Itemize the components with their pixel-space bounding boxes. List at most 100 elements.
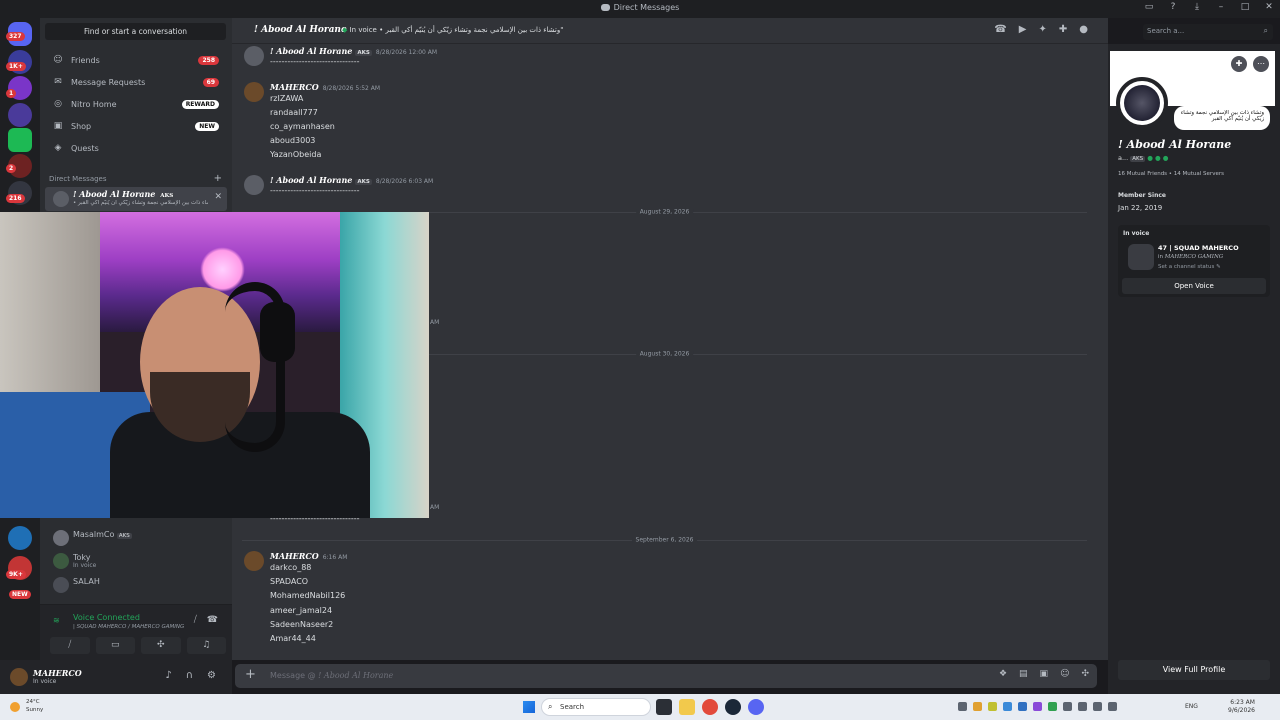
task-view-icon[interactable] <box>656 699 672 715</box>
profile-avatar[interactable] <box>1116 77 1168 129</box>
pin-icon[interactable]: ✦ <box>1038 24 1046 35</box>
windows-start-icon[interactable] <box>523 701 535 713</box>
tray-icon[interactable] <box>1033 702 1042 711</box>
dm-item[interactable]: Toky In voice <box>45 550 227 572</box>
voice-connected-panel: ≋ Voice Connected | SQUAD MAHERCO / MAHE… <box>40 604 232 660</box>
find-conversation-button[interactable]: Find or start a conversation <box>45 23 226 40</box>
add-friend-icon[interactable]: ✚ <box>1059 24 1067 35</box>
tray-icon[interactable] <box>1093 702 1102 711</box>
sidebar-item-quests[interactable]: ◈ Quests <box>45 138 227 158</box>
dm-name: MasalmCo AKS <box>73 530 132 539</box>
weather-icon[interactable] <box>10 702 20 712</box>
clock[interactable]: 6:23 AM 9/6/2026 <box>1228 699 1255 715</box>
message-author[interactable]: MAHERCO 6:16 AM <box>270 551 347 561</box>
help-icon[interactable]: ? <box>1168 2 1178 12</box>
taskbar-apps <box>656 699 764 715</box>
tray-icon[interactable] <box>973 702 982 711</box>
server-icon[interactable] <box>8 526 32 550</box>
camera-button[interactable]: ⧸ <box>50 637 90 654</box>
message-author[interactable]: MAHERCO 8/28/2026 5:52 AM <box>270 82 380 92</box>
profile-name: ! Abood Al Horane <box>1118 138 1232 151</box>
steam-icon[interactable] <box>725 699 741 715</box>
dm-status: • وتشاء ذات بين الإسلامي نجمة وتشاء زيّك… <box>73 200 208 206</box>
avatar[interactable] <box>244 82 264 102</box>
language-indicator[interactable]: ENG <box>1185 703 1198 710</box>
message-author[interactable]: ! Abood Al Horane AKS 8/28/2026 6:03 AM <box>270 175 433 185</box>
noise-suppression-icon[interactable]: ⧸ <box>194 615 197 625</box>
dm-status: In voice <box>73 562 97 569</box>
file-explorer-icon[interactable] <box>679 699 695 715</box>
avatar[interactable] <box>244 551 264 571</box>
message-time: AM <box>430 319 440 326</box>
sticker-icon[interactable]: ▣ <box>1040 669 1049 679</box>
message-text: MohamedNabil126 <box>270 591 346 600</box>
headphones-icon[interactable]: ∩ <box>186 670 193 681</box>
search-input[interactable]: Search a... ⌕ <box>1143 24 1273 40</box>
message-composer[interactable]: + Message @ ! Abood Al Horane ❖ ▤ ▣ ☺ ✣ <box>235 664 1097 688</box>
emoji-icon[interactable]: ☺ <box>1060 669 1069 679</box>
maximize-button[interactable]: □ <box>1240 2 1250 12</box>
chrome-icon[interactable] <box>702 699 718 715</box>
sidebar-item-nitro-home[interactable]: ◎ Nitro Home REWARD <box>45 94 227 114</box>
sidebar-item-label: Quests <box>71 143 99 153</box>
dm-item[interactable]: MasalmCo AKS <box>45 527 227 549</box>
voice-avatars <box>1128 244 1154 270</box>
activities-button[interactable]: ✣ <box>141 637 181 654</box>
tray-icon[interactable] <box>1003 702 1012 711</box>
close-dm-icon[interactable]: ✕ <box>214 192 222 202</box>
new-badge[interactable]: NEW <box>9 590 31 599</box>
tray-icon[interactable] <box>1018 702 1027 711</box>
server-icon[interactable] <box>8 128 32 152</box>
apps-icon[interactable]: ✣ <box>1081 669 1089 679</box>
message-text: Amar44_44 <box>270 634 316 643</box>
gift-icon[interactable]: ❖ <box>999 669 1007 679</box>
tray-icon[interactable] <box>958 702 967 711</box>
settings-icon[interactable]: ⚙ <box>207 670 216 681</box>
attach-icon[interactable]: + <box>245 667 256 682</box>
voice-channel-name[interactable]: | SQUAD MAHERCO / MAHERCO GAMING <box>73 624 184 630</box>
weather-widget[interactable]: 24°C Sunny <box>26 698 43 714</box>
dm-item[interactable]: SALAH <box>45 574 227 596</box>
dm-item-active[interactable]: ! Abood Al Horane AKS • وتشاء ذات بين ال… <box>45 187 227 211</box>
dm-name: ! Abood Al Horane AKS <box>73 189 176 199</box>
message-author[interactable]: ! Abood Al Horane AKS 8/28/2026 12:00 AM <box>270 46 437 56</box>
inbox-icon[interactable]: ▭ <box>1144 2 1154 12</box>
user-profile-icon[interactable]: ● <box>1079 24 1088 35</box>
server-icon[interactable] <box>8 103 32 127</box>
more-icon[interactable]: ⋯ <box>1253 56 1269 72</box>
avatar[interactable] <box>244 175 264 195</box>
video-call-icon[interactable]: ▶ <box>1019 24 1027 35</box>
create-dm-icon[interactable]: + <box>214 173 222 184</box>
microphone-icon[interactable]: ♪ <box>165 670 171 681</box>
taskbar-search[interactable]: ⌕ Search <box>541 698 651 716</box>
tray-icon[interactable] <box>1078 702 1087 711</box>
disconnect-icon[interactable]: ☎ <box>207 615 218 625</box>
screen-share-button[interactable]: ▭ <box>95 637 135 654</box>
tray-icon[interactable] <box>988 702 997 711</box>
tray-icon[interactable] <box>1048 702 1057 711</box>
download-icon[interactable]: ⤓ <box>1192 2 1202 12</box>
voice-connected-label[interactable]: Voice Connected <box>73 613 140 622</box>
avatar[interactable] <box>244 46 264 66</box>
voice-server-name: in MAHERCO GAMING <box>1158 254 1224 260</box>
window-controls: ▭ ? ⤓ – □ ✕ <box>1144 2 1274 12</box>
minimize-button[interactable]: – <box>1216 2 1226 12</box>
voice-call-icon[interactable]: ☎ <box>994 24 1006 35</box>
avatar[interactable] <box>10 668 28 686</box>
open-voice-button[interactable]: Open Voice <box>1122 278 1266 294</box>
add-friend-icon[interactable]: ✚ <box>1231 56 1247 72</box>
bluetooth-icon[interactable] <box>1063 702 1072 711</box>
gif-icon[interactable]: ▤ <box>1019 669 1028 679</box>
set-channel-status[interactable]: Set a channel status ✎ <box>1158 264 1221 270</box>
mutual-info[interactable]: 16 Mutual Friends • 14 Mutual Servers <box>1118 171 1224 177</box>
chevron-up-icon[interactable] <box>1108 702 1117 711</box>
discord-icon[interactable] <box>748 699 764 715</box>
reward-badge: REWARD <box>181 99 219 109</box>
view-full-profile-button[interactable]: View Full Profile <box>1118 660 1270 680</box>
sidebar-item-shop[interactable]: ▣ Shop NEW <box>45 116 227 136</box>
soundboard-button[interactable]: ♫ <box>186 637 226 654</box>
message-input[interactable]: Message @ ! Abood Al Horane <box>270 671 393 680</box>
close-button[interactable]: ✕ <box>1264 2 1274 12</box>
sidebar-item-friends[interactable]: ☺ Friends 258 <box>45 50 227 70</box>
sidebar-item-message-requests[interactable]: ✉ Message Requests 69 <box>45 72 227 92</box>
